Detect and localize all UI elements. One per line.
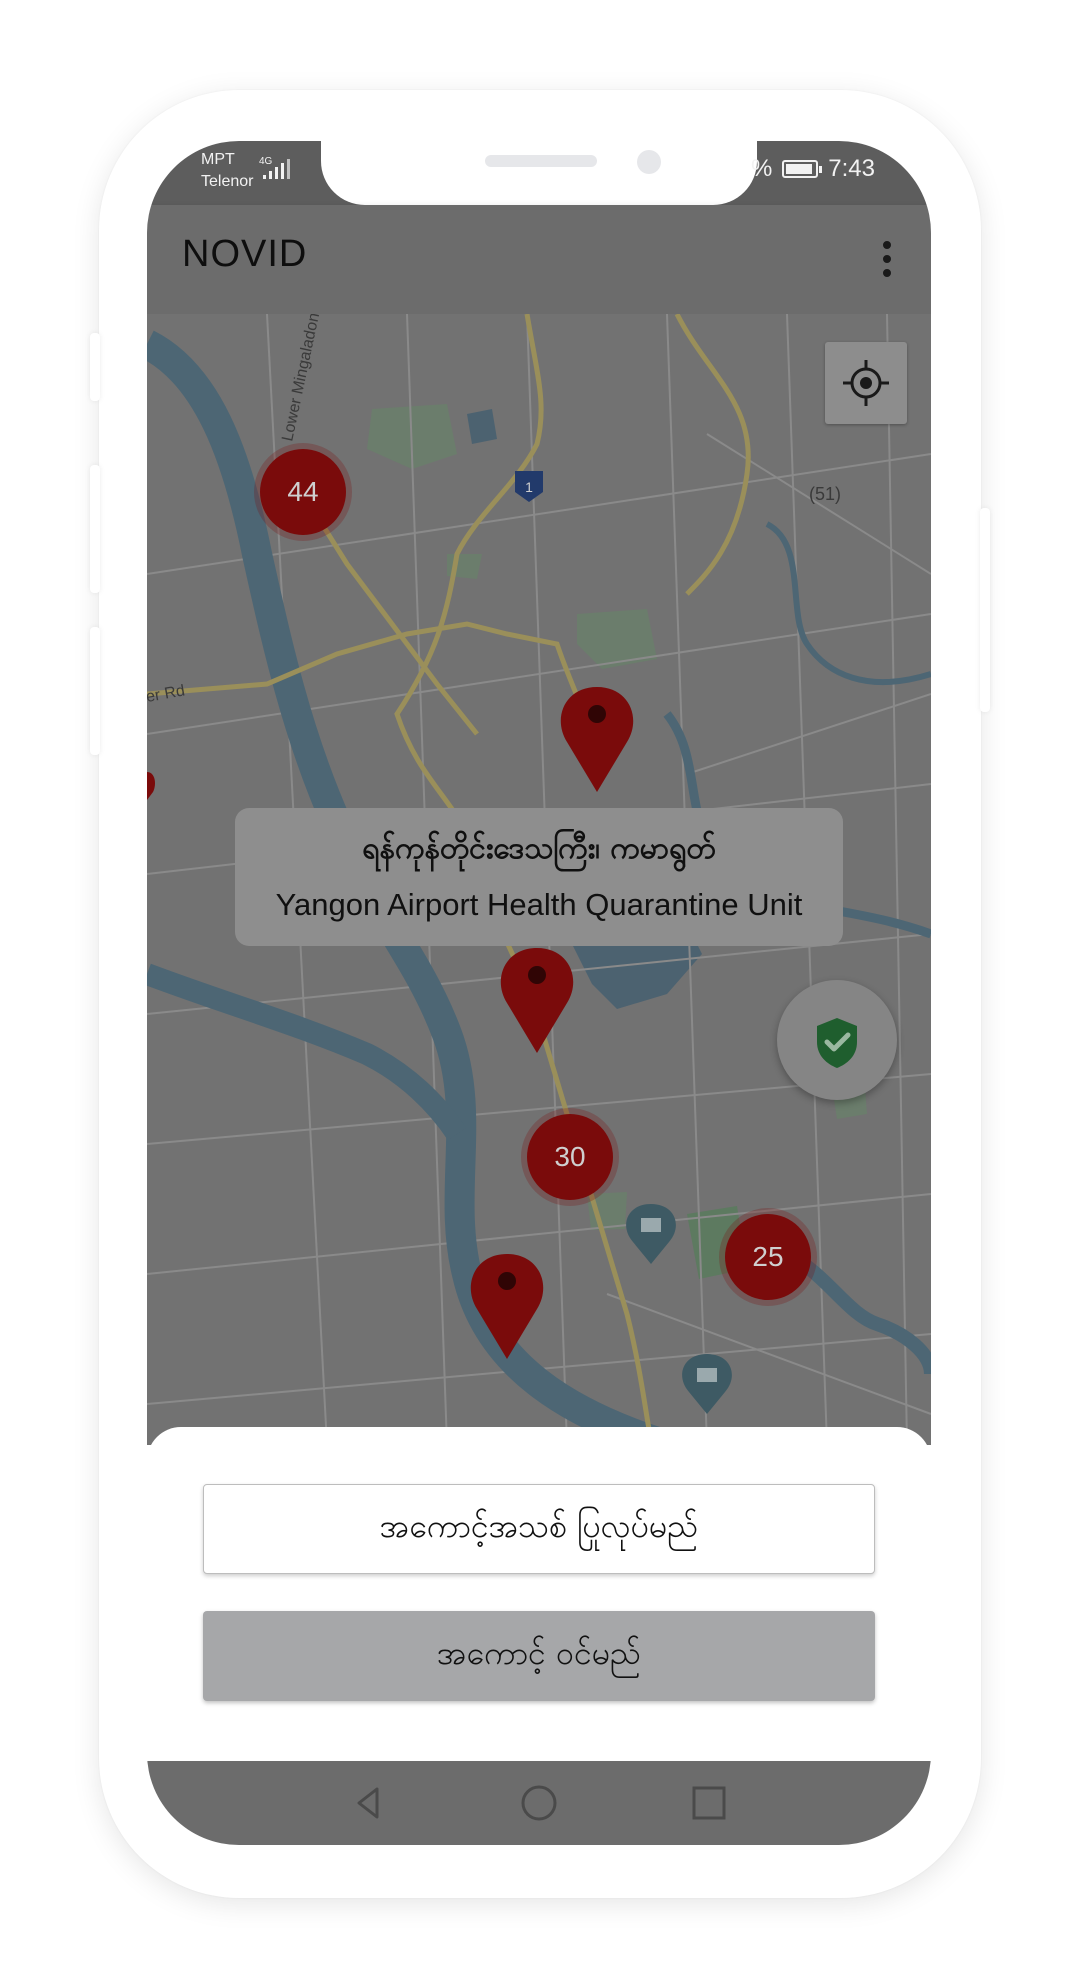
shield-check-button[interactable]	[777, 980, 897, 1100]
battery-percent: %	[750, 155, 773, 182]
my-location-icon[interactable]	[825, 342, 907, 424]
carrier-labels: MPT Telenor	[201, 149, 253, 193]
marker-info-window[interactable]: ရန်ကုန်တိုင်းဒေသကြီး၊ ကမာရွတ် Yangon Air…	[235, 808, 843, 946]
battery-icon	[782, 160, 823, 178]
network-type: 4G	[259, 156, 273, 167]
cluster-marker-25[interactable]: 25	[725, 1214, 811, 1300]
phone-side-button-left-1	[90, 333, 100, 401]
status-right: % 7:43	[751, 155, 875, 183]
carrier-mpt: MPT	[201, 151, 235, 168]
map-view[interactable]: Lower Mingaladon er Rd (51) 1 44 30 25 ရ…	[147, 314, 931, 1445]
phone-screen: MPT Telenor 4G % 7:43 NOVID Lower Mingal…	[147, 141, 931, 1845]
register-button-label: အကောင့်အသစ် ပြုလုပ်မည်	[379, 1507, 699, 1545]
login-button[interactable]: အကောင့် ဝင်မည်	[203, 1611, 875, 1701]
cluster-count: 30	[554, 1141, 586, 1172]
front-camera	[637, 150, 661, 174]
system-nav-bar	[147, 1761, 931, 1845]
speaker-grille	[485, 155, 597, 167]
recents-square-icon[interactable]	[687, 1781, 731, 1825]
cluster-marker-30[interactable]: 30	[527, 1114, 613, 1200]
bottom-sheet: အကောင့်အသစ် ပြုလုပ်မည် အကောင့် ဝင်မည်	[147, 1427, 931, 1761]
info-title-english: Yangon Airport Health Quarantine Unit	[275, 887, 803, 922]
svg-text:1: 1	[525, 479, 533, 495]
more-vert-icon[interactable]	[875, 235, 899, 283]
phone-side-button-left-2	[90, 465, 100, 593]
clock: 7:43	[828, 155, 875, 182]
register-button[interactable]: အကောင့်အသစ် ပြုလုပ်မည်	[203, 1484, 875, 1574]
carrier-telenor: Telenor	[201, 173, 254, 190]
phone-side-button-left-3	[90, 627, 100, 755]
cluster-marker-44[interactable]: 44	[260, 449, 346, 535]
info-title-myanmar: ရန်ကုန်တိုင်းဒေသကြီး၊ ကမာရွတ်	[362, 831, 716, 866]
screen-notch	[321, 141, 757, 205]
phone-side-button-right	[980, 508, 990, 712]
app-bar: NOVID	[147, 205, 931, 314]
signal-icon: 4G	[259, 155, 299, 187]
cluster-count: 25	[752, 1241, 784, 1272]
cluster-count: 44	[287, 476, 319, 507]
shield-check-icon	[817, 1018, 857, 1068]
road-label-51: (51)	[809, 484, 841, 504]
back-triangle-icon[interactable]	[347, 1781, 391, 1825]
home-circle-icon[interactable]	[517, 1781, 561, 1825]
status-bar: MPT Telenor 4G % 7:43	[147, 141, 931, 205]
login-button-label: အကောင့် ဝင်မည်	[436, 1634, 642, 1672]
app-title: NOVID	[182, 233, 308, 275]
